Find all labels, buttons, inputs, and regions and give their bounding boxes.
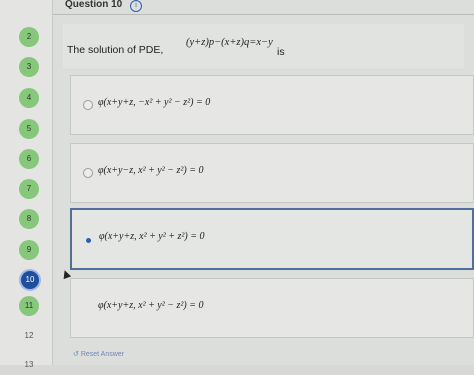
question-nav-7[interactable]: 7 (19, 179, 39, 199)
question-prefix: The solution of PDE, (67, 44, 164, 56)
option-d-text: φ(x+y+z, x² + y² − z²) = 0 (98, 300, 204, 311)
question-header: Question 10 i (53, 0, 474, 15)
undo-icon: ↺ (73, 351, 81, 358)
radio-option-c-selected[interactable] (86, 238, 91, 243)
question-nav-3[interactable]: 3 (19, 57, 39, 77)
option-c-selected[interactable]: φ(x+y+z, x² + y² + z²) = 0 (70, 208, 474, 270)
option-d[interactable]: φ(x+y+z, x² + y² − z²) = 0 (70, 278, 474, 338)
question-nav-8[interactable]: 8 (19, 209, 39, 229)
option-a-text: φ(x+y+z, −x² + y² − z²) = 0 (98, 97, 211, 108)
question-card: The solution of PDE, (y+z)p−(x+z)q=x−y i… (63, 24, 464, 68)
question-title: Question 10 (65, 0, 123, 10)
question-nav-2[interactable]: 2 (19, 27, 39, 47)
radio-option-b[interactable] (83, 168, 93, 178)
question-nav-11[interactable]: 11 (19, 296, 39, 316)
question-navigator: 2 3 4 5 6 7 8 9 10 11 12 13 (0, 0, 53, 369)
option-c-text: φ(x+y+z, x² + y² + z²) = 0 (99, 231, 205, 242)
reset-answer-label: Reset Answer (80, 351, 124, 358)
question-nav-4[interactable]: 4 (19, 88, 39, 108)
question-nav-5[interactable]: 5 (19, 119, 39, 139)
info-icon[interactable]: i (130, 0, 142, 12)
question-suffix: is (277, 46, 285, 58)
question-nav-9[interactable]: 9 (19, 240, 39, 260)
reset-answer-link[interactable]: ↺ Reset Answer (73, 350, 124, 358)
radio-option-a[interactable] (83, 100, 93, 110)
question-nav-13[interactable]: 13 (19, 355, 39, 375)
question-equation: (y+z)p−(x+z)q=x−y (186, 37, 273, 48)
option-b-text: φ(x+y−z, x² + y² − z²) = 0 (98, 165, 204, 176)
option-a[interactable]: φ(x+y+z, −x² + y² − z²) = 0 (70, 75, 474, 135)
question-nav-12[interactable]: 12 (19, 326, 39, 346)
option-b[interactable]: φ(x+y−z, x² + y² − z²) = 0 (70, 143, 474, 203)
question-nav-6[interactable]: 6 (19, 149, 39, 169)
question-panel: Question 10 i The solution of PDE, (y+z)… (53, 0, 474, 365)
question-nav-10-current[interactable]: 10 (19, 269, 41, 291)
